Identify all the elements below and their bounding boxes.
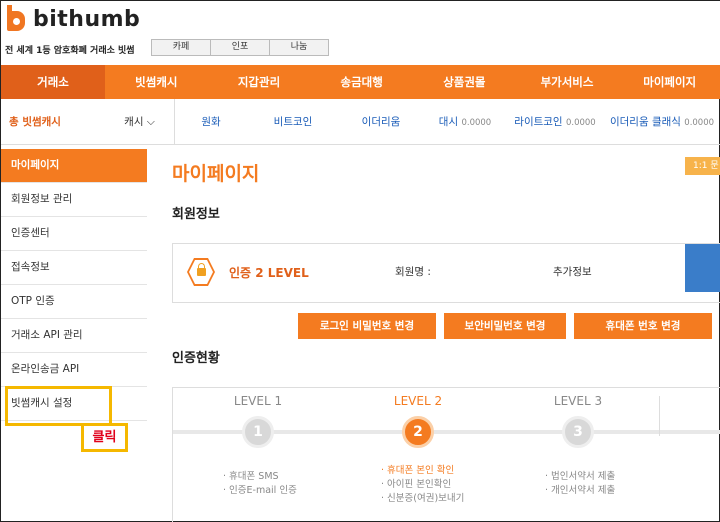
coin-name: 비트코인 [273, 116, 313, 128]
coin-krw[interactable]: 원화 [175, 114, 247, 129]
main-nav: 거래소 빗썸캐시 지갑관리 송금대행 상품권몰 부가서비스 마이페이지 [1, 65, 720, 99]
top-link-info[interactable]: 인포 [210, 39, 270, 56]
nav-remittance[interactable]: 송금대행 [310, 65, 413, 99]
sidebar-item-remit-api[interactable]: 온라인송금 API [1, 353, 147, 387]
auth-section-title: 인증현황 [172, 351, 220, 366]
action-buttons: 로그인 비밀번호 변경 보안비밀번호 변경 휴대폰 번호 변경 [298, 313, 712, 339]
currency-select[interactable]: 캐시 ⌵ [105, 98, 175, 145]
step-number: 1 [242, 416, 274, 448]
coin-name: 라이트코인 [514, 116, 563, 128]
coin-name: 이더리움 [361, 116, 401, 128]
coin-name: 대시 [438, 116, 459, 128]
level-1-items: · 휴대폰 SMS · 인증E-mail 인증 [223, 471, 297, 496]
level-2-items: · 휴대폰 본인 확인 · 아이핀 본인확인 · 신분증(여권)보내기 [381, 465, 465, 504]
list-item: 휴대폰 SMS [229, 471, 279, 482]
list-item[interactable]: 휴대폰 본인 확인 [387, 465, 454, 476]
auth-level: 인증 2 LEVEL [229, 266, 309, 280]
coin-ltc[interactable]: 라이트코인 0.0000 [507, 114, 603, 129]
step-label: LEVEL 2 [393, 394, 443, 408]
nav-giftcard[interactable]: 상품권몰 [413, 65, 516, 99]
coin-btc[interactable]: 비트코인 [247, 114, 339, 129]
logo-text: bithumb [33, 6, 141, 32]
list-item[interactable]: 아이핀 본인확인 [387, 479, 451, 490]
top-links: 카페 인포 나눔 [151, 39, 329, 56]
list-item[interactable]: 법인서약서 제출 [551, 471, 615, 482]
list-item[interactable]: 개인서약서 제출 [551, 485, 615, 496]
coin-value: 0.0000 [565, 118, 596, 128]
sidebar-item-otp[interactable]: OTP 인증 [1, 285, 147, 319]
step-label: LEVEL 1 [233, 394, 283, 408]
total-cash-label: 총 빗썸캐시 [9, 116, 61, 128]
lock-icon [197, 263, 206, 276]
sidebar-item-access-info[interactable]: 접속정보 [1, 251, 147, 285]
logo-icon [5, 5, 27, 33]
highlight-box [5, 386, 112, 426]
sidebar: 마이페이지 회원정보 관리 인증센터 접속정보 OTP 인증 거래소 API 관… [1, 149, 147, 421]
coin-eth[interactable]: 이더리움 [339, 114, 423, 129]
coin-dash[interactable]: 대시 0.0000 [423, 114, 507, 129]
currency-value: 캐시 [124, 115, 144, 128]
blue-panel[interactable] [685, 244, 720, 292]
chevron-down-icon: ⌵ [146, 115, 155, 128]
change-phone-button[interactable]: 휴대폰 번호 변경 [574, 313, 712, 339]
nav-exchange[interactable]: 거래소 [1, 65, 105, 99]
header: bithumb 전 세계 1등 암호화폐 거래소 빗썸 카페 인포 나눔 [1, 1, 720, 65]
step-number: 3 [562, 416, 594, 448]
click-annotation: 클릭 [81, 423, 128, 452]
sidebar-item-exchange-api[interactable]: 거래소 API 관리 [1, 319, 147, 353]
nav-bithumb-cash[interactable]: 빗썸캐시 [105, 65, 208, 99]
tagline: 전 세계 1등 암호화폐 거래소 빗썸 [5, 46, 135, 56]
coin-name: 이더리움 클래식 [609, 116, 681, 128]
level-3-step: LEVEL 3 3 [538, 394, 618, 448]
change-login-password-button[interactable]: 로그인 비밀번호 변경 [298, 313, 436, 339]
page-title: 마이페이지 [172, 163, 260, 185]
change-security-password-button[interactable]: 보안비밀번호 변경 [444, 313, 566, 339]
sidebar-item-mypage[interactable]: 마이페이지 [1, 149, 147, 183]
coin-etc[interactable]: 이더리움 클래식 0.0000 [603, 114, 720, 129]
level-1-step: LEVEL 1 1 [218, 394, 298, 448]
level-2-step: LEVEL 2 2 [378, 394, 458, 448]
level-3-items: · 법인서약서 제출 · 개인서약서 제출 [545, 471, 616, 496]
bithumb-logo[interactable]: bithumb [5, 5, 140, 33]
top-link-cafe[interactable]: 카페 [151, 39, 211, 56]
nav-extra-services[interactable]: 부가서비스 [516, 65, 619, 99]
top-link-share[interactable]: 나눔 [269, 39, 329, 56]
divider [659, 396, 660, 436]
balance-ticker: 총 빗썸캐시 캐시 ⌵ 원화 비트코인 이더리움 대시 0.0000 라이트코인… [1, 98, 720, 145]
sidebar-item-member-info[interactable]: 회원정보 관리 [1, 183, 147, 217]
coin-value: 0.0000 [684, 118, 715, 128]
list-item[interactable]: 신분증(여권)보내기 [387, 493, 464, 504]
qna-button[interactable]: 1:1 문 [685, 157, 720, 175]
auth-status-box: LEVEL 1 1 LEVEL 2 2 LEVEL 3 3 · 휴대폰 SMS … [172, 387, 720, 522]
sidebar-item-auth-center[interactable]: 인증센터 [1, 217, 147, 251]
member-section-title: 회원정보 [172, 207, 220, 222]
member-info-box: 인증 2 LEVEL 회원명 : 추가정보 [172, 243, 720, 303]
nav-wallet[interactable]: 지갑관리 [208, 65, 311, 99]
main-content: 마이페이지 1:1 문 회원정보 인증 2 LEVEL 회원명 : 추가정보 로… [172, 149, 720, 522]
member-name-label: 회원명 : [395, 266, 431, 278]
coin-name: 원화 [201, 116, 221, 128]
list-item: 인증E-mail 인증 [229, 485, 297, 496]
step-label: LEVEL 3 [553, 394, 603, 408]
extra-info-label: 추가정보 [553, 266, 592, 278]
nav-mypage[interactable]: 마이페이지 [618, 65, 720, 99]
step-number: 2 [402, 416, 434, 448]
coin-value: 0.0000 [461, 118, 492, 128]
